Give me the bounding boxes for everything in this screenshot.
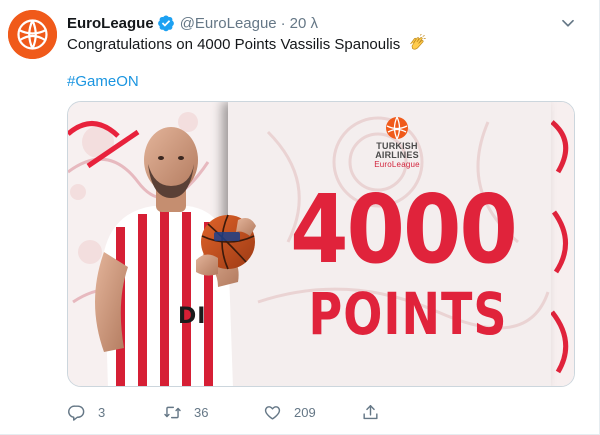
tweet-timestamp[interactable]: 20 λ: [290, 15, 318, 32]
display-name[interactable]: EuroLeague: [67, 15, 154, 32]
user-handle[interactable]: @EuroLeague: [180, 15, 277, 32]
like-button[interactable]: 209: [263, 402, 316, 422]
tweet-card[interactable]: EuroLeague @EuroLeague · 20 λ Congratula…: [0, 0, 600, 435]
reply-icon: [68, 404, 85, 421]
tweet-text-content: Congratulations on 4000 Points Vassilis …: [67, 36, 401, 53]
headline-number: 4000: [290, 174, 518, 285]
avatar[interactable]: [8, 10, 57, 59]
clapping-hands-icon: [408, 33, 427, 58]
reply-count: 3: [98, 404, 106, 420]
retweet-count: 36: [194, 404, 209, 420]
chevron-down-icon[interactable]: [557, 12, 579, 34]
tweet-header: EuroLeague @EuroLeague · 20 λ: [67, 13, 318, 33]
like-icon: [264, 405, 281, 420]
verified-icon: [157, 14, 175, 32]
euroleague-ball-icon: [385, 116, 409, 140]
jersey-text: DI: [178, 304, 207, 329]
tweet-media-image[interactable]: DI TURKISH AIRLINES EuroLeague 4000 POIN…: [67, 101, 575, 387]
player-illustration: [95, 127, 256, 386]
reply-button[interactable]: 3: [67, 402, 105, 422]
like-count: 209: [294, 404, 316, 420]
tweet-actions: 3 36 209: [67, 402, 407, 422]
tweet-text: Congratulations on 4000 Points Vassilis …: [67, 33, 427, 58]
separator-dot: ·: [280, 14, 286, 32]
headline-label: POINTS: [308, 280, 508, 348]
hashtag-link[interactable]: #GameON: [67, 72, 139, 92]
share-icon: [363, 404, 378, 419]
sponsor-line-3: EuroLeague: [374, 160, 420, 169]
retweet-button[interactable]: 36: [163, 402, 208, 422]
sponsor-line-2: AIRLINES: [375, 150, 419, 160]
sponsor-badge: TURKISH AIRLINES EuroLeague: [362, 116, 432, 169]
share-button[interactable]: [361, 402, 380, 422]
euroleague-logo-icon: [8, 10, 57, 59]
retweet-icon: [164, 406, 181, 418]
